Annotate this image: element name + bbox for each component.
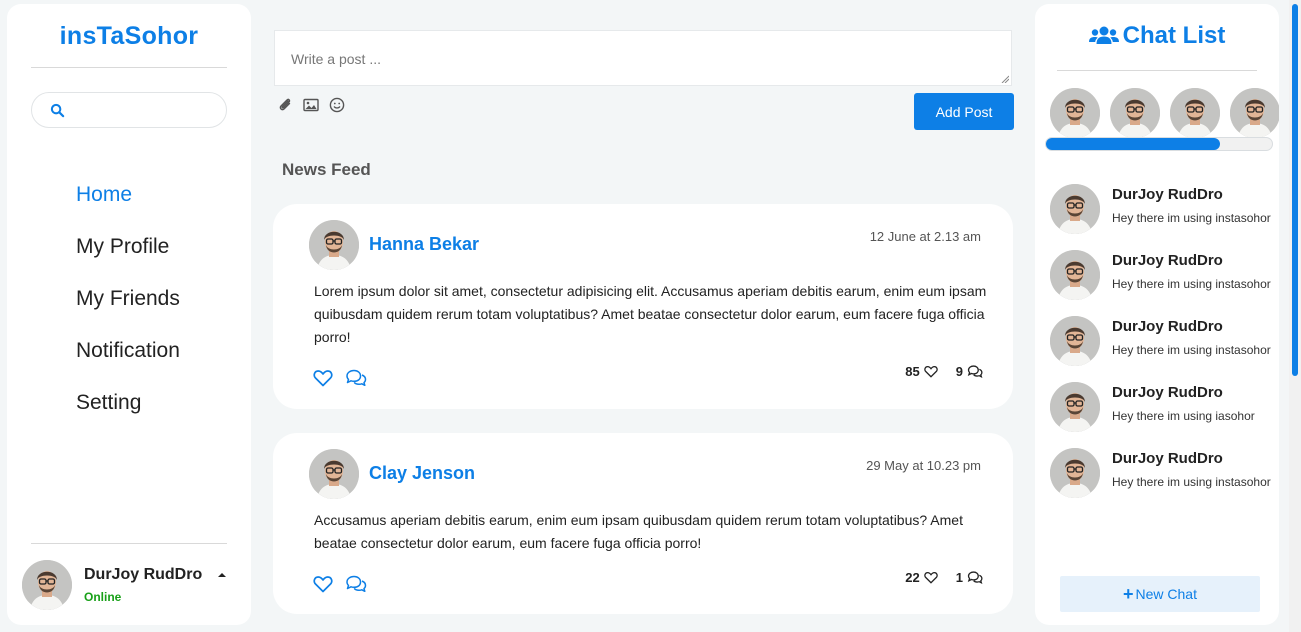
chat-list-item[interactable]: DurJoy RudDro Hey there im using instaso… (1050, 184, 1271, 236)
nav-item-notification[interactable]: Notification (76, 335, 180, 387)
chat-name: DurJoy RudDro (1112, 384, 1223, 401)
post-card: Hanna Bekar 12 June at 2.13 am Lorem ips… (273, 204, 1013, 409)
main-nav: Home My Profile My Friends Notification … (76, 179, 180, 439)
heart-icon (924, 365, 938, 378)
like-count: 85 (905, 364, 920, 379)
comments-icon (967, 571, 983, 584)
chat-preview: Hey there im using instasohor (1112, 343, 1271, 357)
left-sidebar: insTaSohor Home My Profile My Friends No… (7, 4, 251, 625)
chat-list-item[interactable]: DurJoy RudDro Hey there im using instaso… (1050, 250, 1271, 302)
app-logo[interactable]: insTaSohor (7, 22, 251, 51)
heart-icon (924, 571, 938, 584)
comments-icon (967, 365, 983, 378)
avatar (1050, 448, 1100, 498)
chat-name: DurJoy RudDro (1112, 252, 1223, 269)
search-icon (50, 103, 65, 118)
avatar (1050, 382, 1100, 432)
current-user[interactable]: DurJoy RudDro Online (22, 560, 242, 610)
avatar (1050, 316, 1100, 366)
post-author[interactable]: Hanna Bekar (369, 234, 479, 255)
post-author[interactable]: Clay Jenson (369, 463, 475, 484)
avatar (1050, 250, 1100, 300)
post-card: Clay Jenson 29 May at 10.23 pm Accusamus… (273, 433, 1013, 614)
post-body: Lorem ipsum dolor sit amet, consectetur … (314, 283, 987, 345)
new-chat-label: New Chat (1135, 585, 1197, 602)
post-body: Accusamus aperiam debitis earum, enim eu… (314, 512, 963, 551)
post-time: 12 June at 2.13 am (869, 229, 981, 244)
search-input[interactable] (72, 99, 217, 123)
chat-name: DurJoy RudDro (1112, 318, 1223, 335)
divider (31, 543, 227, 544)
paperclip-icon[interactable] (277, 97, 293, 113)
caret-up-icon[interactable] (216, 570, 228, 580)
story-avatar[interactable] (1170, 88, 1220, 138)
chat-list-item[interactable]: DurJoy RudDro Hey there im using instaso… (1050, 448, 1271, 500)
user-name: DurJoy RudDro (84, 566, 203, 583)
post-actions (313, 575, 367, 593)
chat-preview: Hey there im using instasohor (1112, 475, 1271, 489)
composer-tools (277, 97, 345, 113)
avatar[interactable] (309, 449, 359, 499)
like-heart-icon[interactable] (313, 575, 333, 593)
story-avatar[interactable] (1230, 88, 1279, 138)
resize-grip-icon[interactable] (1001, 75, 1009, 83)
comment-count: 9 (955, 364, 963, 379)
comments-icon[interactable] (345, 369, 367, 387)
post-stats: 85 9 (905, 364, 983, 379)
avatar[interactable] (309, 220, 359, 270)
new-chat-button[interactable]: + New Chat (1060, 576, 1260, 612)
avatar (1050, 184, 1100, 234)
divider (31, 67, 227, 68)
add-post-button[interactable]: Add Post (914, 93, 1014, 130)
post-time: 29 May at 10.23 pm (866, 458, 981, 473)
story-strip (1050, 88, 1279, 138)
search-box[interactable] (31, 92, 227, 128)
comments-icon[interactable] (345, 575, 367, 593)
divider (1057, 70, 1257, 71)
chat-preview: Hey there im using instasohor (1112, 277, 1271, 291)
post-composer (274, 30, 1012, 86)
story-scrollbar[interactable] (1045, 137, 1273, 151)
nav-item-my-profile[interactable]: My Profile (76, 231, 180, 283)
nav-item-home[interactable]: Home (76, 179, 180, 231)
smile-icon[interactable] (329, 97, 345, 113)
scrollbar-thumb[interactable] (1046, 138, 1221, 150)
chat-preview: Hey there im using instasohor (1112, 211, 1271, 225)
chat-name: DurJoy RudDro (1112, 186, 1223, 203)
plus-icon: + (1123, 583, 1134, 604)
post-stats: 22 1 (905, 570, 983, 585)
chat-sidebar: Chat List DurJoy RudDro Hey there im usi… (1035, 4, 1279, 625)
news-feed-title: News Feed (282, 160, 371, 179)
like-heart-icon[interactable] (313, 369, 333, 387)
chat-preview: Hey there im using iasohor (1112, 409, 1255, 423)
nav-item-setting[interactable]: Setting (76, 387, 180, 439)
chat-name: DurJoy RudDro (1112, 450, 1223, 467)
page-scrollbar[interactable] (1289, 0, 1301, 632)
user-status: Online (84, 590, 122, 604)
chat-title-text: Chat List (1122, 22, 1226, 49)
chat-list-item[interactable]: DurJoy RudDro Hey there im using iasohor (1050, 382, 1270, 434)
story-avatar[interactable] (1050, 88, 1100, 138)
logo-text: nsTaSohor (66, 22, 199, 50)
post-actions (313, 369, 367, 387)
like-count: 22 (905, 570, 920, 585)
nav-item-my-friends[interactable]: My Friends (76, 283, 180, 335)
avatar (22, 560, 72, 610)
story-avatar[interactable] (1110, 88, 1160, 138)
comment-count: 1 (955, 570, 963, 585)
image-icon[interactable] (303, 97, 319, 113)
chat-list-title: Chat List (1035, 22, 1279, 50)
logo-glyph: i (59, 22, 67, 50)
users-icon (1088, 26, 1119, 44)
page-scrollbar-thumb[interactable] (1292, 4, 1298, 376)
chat-list-item[interactable]: DurJoy RudDro Hey there im using instaso… (1050, 316, 1271, 368)
post-input[interactable] (275, 31, 1011, 85)
